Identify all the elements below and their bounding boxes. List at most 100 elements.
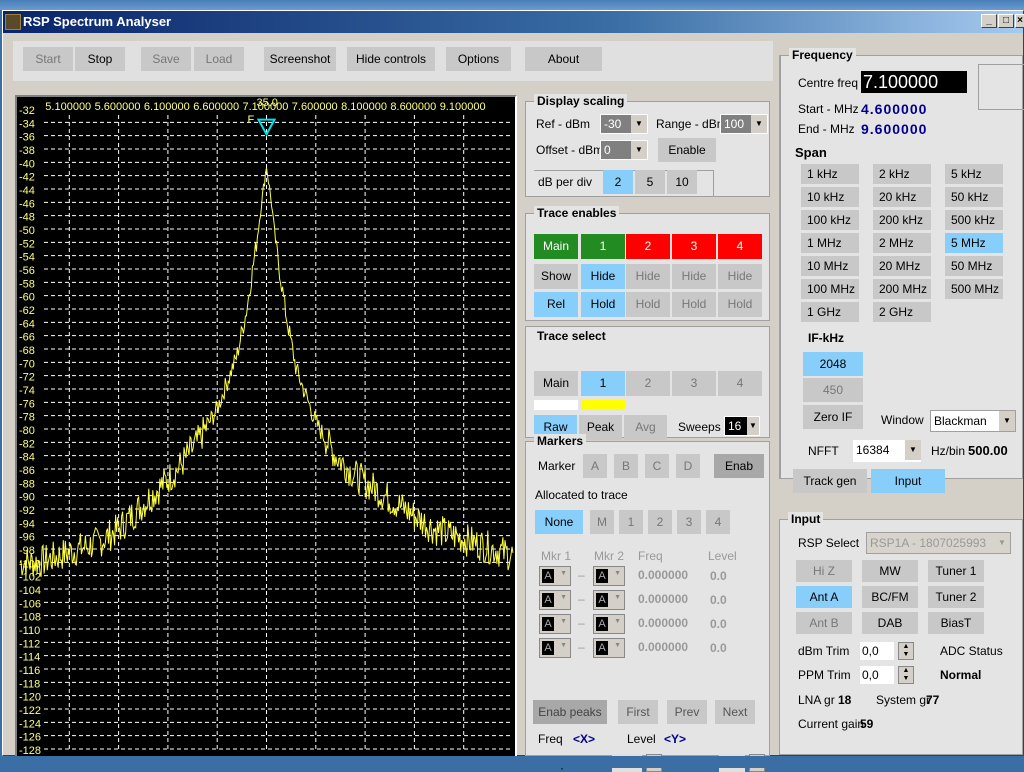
trace-hold-3[interactable]: Hold	[672, 292, 716, 317]
sweeps-dropdown[interactable]: 16 ▼	[724, 416, 760, 436]
marker-d-button[interactable]: D	[676, 454, 700, 478]
span-2-khz-button[interactable]: 2 kHz	[873, 164, 931, 184]
trace-enable-3[interactable]: 3	[672, 234, 716, 259]
input-bc-fm-button[interactable]: BC/FM	[862, 586, 918, 608]
mkr2-dropdown[interactable]: A ▼	[593, 566, 625, 586]
marker-b-button[interactable]: B	[614, 454, 638, 478]
close-button[interactable]: ×	[1015, 14, 1024, 28]
trace-select-2[interactable]: 2	[626, 371, 670, 396]
start-button[interactable]: Start	[23, 47, 73, 71]
span-200-khz-button[interactable]: 200 kHz	[873, 210, 931, 230]
centre-freq-input[interactable]: 7.100000	[861, 71, 967, 93]
ref-dropdown[interactable]: -30 ▼	[600, 114, 648, 134]
trace-enable-4[interactable]: 4	[718, 234, 762, 259]
nfft-dropdown[interactable]: 16384 ▼	[853, 440, 921, 462]
db-per-div-5[interactable]: 5	[635, 170, 665, 194]
enab-peaks-button[interactable]: Enab peaks	[533, 700, 607, 724]
span-10-mhz-button[interactable]: 10 MHz	[801, 256, 859, 276]
mkr1-dropdown[interactable]: A ▼	[539, 638, 571, 658]
input-dab-button[interactable]: DAB	[862, 612, 918, 634]
mode-avg-button[interactable]: Avg	[624, 415, 667, 440]
mkr2-dropdown[interactable]: A ▼	[593, 638, 625, 658]
allocated-1-button[interactable]: 1	[619, 510, 643, 534]
zero-if-button[interactable]: Zero IF	[803, 405, 863, 429]
spectrum-plot[interactable]: -32 -34 -36 -38 -40 -42 -44 -46 -48 -50 -52 -54 -56-…	[15, 95, 517, 758]
db-per-div-2[interactable]: 2	[603, 170, 633, 194]
input-tuner-1-button[interactable]: Tuner 1	[928, 560, 984, 582]
input-hi-z-button[interactable]: Hi Z	[796, 560, 852, 582]
hide-controls-button[interactable]: Hide controls	[347, 47, 435, 71]
spectrum-chart[interactable]: -32-34-36-38-40-42-44-46-48-50-52-54-56-…	[17, 97, 515, 756]
trace-enable-2[interactable]: 2	[626, 234, 670, 259]
allocated-3-button[interactable]: 3	[677, 510, 701, 534]
span-100-mhz-button[interactable]: 100 MHz	[801, 279, 859, 299]
mkr1-dropdown[interactable]: A ▼	[539, 614, 571, 634]
span-200-mhz-button[interactable]: 200 MHz	[873, 279, 931, 299]
trace-select-3[interactable]: 3	[672, 371, 716, 396]
trace-show-main[interactable]: Show	[534, 264, 578, 289]
span-20-khz-button[interactable]: 20 kHz	[873, 187, 931, 207]
trace-show-1[interactable]: Hide	[581, 264, 625, 289]
trace-select-4[interactable]: 4	[718, 371, 762, 396]
span-50-khz-button[interactable]: 50 kHz	[945, 187, 1003, 207]
span-2-ghz-button[interactable]: 2 GHz	[873, 302, 931, 322]
range-dropdown[interactable]: 100 ▼	[720, 114, 768, 134]
mkr1-dropdown[interactable]: A ▼	[539, 566, 571, 586]
save-button[interactable]: Save	[141, 47, 191, 71]
trace-hold-2[interactable]: Hold	[626, 292, 670, 317]
about-button[interactable]: About	[525, 47, 602, 71]
span-20-mhz-button[interactable]: 20 MHz	[873, 256, 931, 276]
offset-dropdown[interactable]: 0 ▼	[600, 140, 648, 160]
span-5-mhz-button[interactable]: 5 MHz	[945, 233, 1003, 253]
allocated-none-button[interactable]: None	[535, 510, 583, 534]
span-1-ghz-button[interactable]: 1 GHz	[801, 302, 859, 322]
dbm-trim-input[interactable]: 0,0 ▲ ▼	[860, 642, 914, 660]
rsp-select-dropdown[interactable]: RSP1A - 1807025993 ▼	[866, 532, 1011, 554]
next-peak-button[interactable]: Next	[715, 700, 755, 724]
prev-peak-button[interactable]: Prev	[667, 700, 707, 724]
tab-input[interactable]: Input	[871, 469, 945, 493]
trace-enable-1[interactable]: 1	[581, 234, 625, 259]
input-biast-button[interactable]: BiasT	[928, 612, 984, 634]
mkr1-dropdown[interactable]: A ▼	[539, 590, 571, 610]
allocated-4-button[interactable]: 4	[706, 510, 730, 534]
screenshot-button[interactable]: Screenshot	[264, 47, 336, 71]
spin-arrows-icon[interactable]: ▲▼	[898, 666, 914, 684]
span-500-khz-button[interactable]: 500 kHz	[945, 210, 1003, 230]
trace-hold-1[interactable]: Hold	[581, 292, 625, 317]
mkr2-dropdown[interactable]: A ▼	[593, 614, 625, 634]
trace-hold-main[interactable]: Rel	[534, 292, 578, 317]
trace-hold-4[interactable]: Hold	[718, 292, 762, 317]
marker-c-button[interactable]: C	[645, 454, 669, 478]
title-bar[interactable]: RSP Spectrum Analyser	[3, 11, 1023, 33]
span-50-mhz-button[interactable]: 50 MHz	[945, 256, 1003, 276]
stop-button[interactable]: Stop	[75, 47, 125, 71]
db-per-div-10[interactable]: 10	[667, 170, 697, 194]
trace-select-main[interactable]: Main	[534, 371, 578, 396]
input-mw-button[interactable]: MW	[862, 560, 918, 582]
input-ant-a-button[interactable]: Ant A	[796, 586, 852, 608]
span-10-khz-button[interactable]: 10 kHz	[801, 187, 859, 207]
allocated-m-button[interactable]: M	[590, 510, 614, 534]
span-1-mhz-button[interactable]: 1 MHz	[801, 233, 859, 253]
load-button[interactable]: Load	[194, 47, 244, 71]
trace-show-2[interactable]: Hide	[626, 264, 670, 289]
maximize-button[interactable]: □	[998, 14, 1014, 28]
if-2048-button[interactable]: 2048	[803, 352, 863, 376]
span-100-khz-button[interactable]: 100 kHz	[801, 210, 859, 230]
span-5-khz-button[interactable]: 5 kHz	[945, 164, 1003, 184]
mkr2-dropdown[interactable]: A ▼	[593, 590, 625, 610]
enable-scaling-button[interactable]: Enable	[658, 138, 716, 162]
span-2-mhz-button[interactable]: 2 MHz	[873, 233, 931, 253]
if-450-button[interactable]: 450	[803, 378, 863, 402]
allocated-2-button[interactable]: 2	[648, 510, 672, 534]
tab-track-gen[interactable]: Track gen	[793, 469, 867, 493]
ppm-trim-input[interactable]: 0,0 ▲ ▼	[860, 666, 914, 684]
input-ant-b-button[interactable]: Ant B	[796, 612, 852, 634]
spin-arrows-icon[interactable]: ▲▼	[898, 642, 914, 660]
marker-a-button[interactable]: A	[583, 454, 607, 478]
first-peak-button[interactable]: First	[618, 700, 658, 724]
trace-show-3[interactable]: Hide	[672, 264, 716, 289]
trace-enable-main[interactable]: Main	[534, 234, 578, 259]
minimize-button[interactable]: _	[981, 14, 997, 28]
